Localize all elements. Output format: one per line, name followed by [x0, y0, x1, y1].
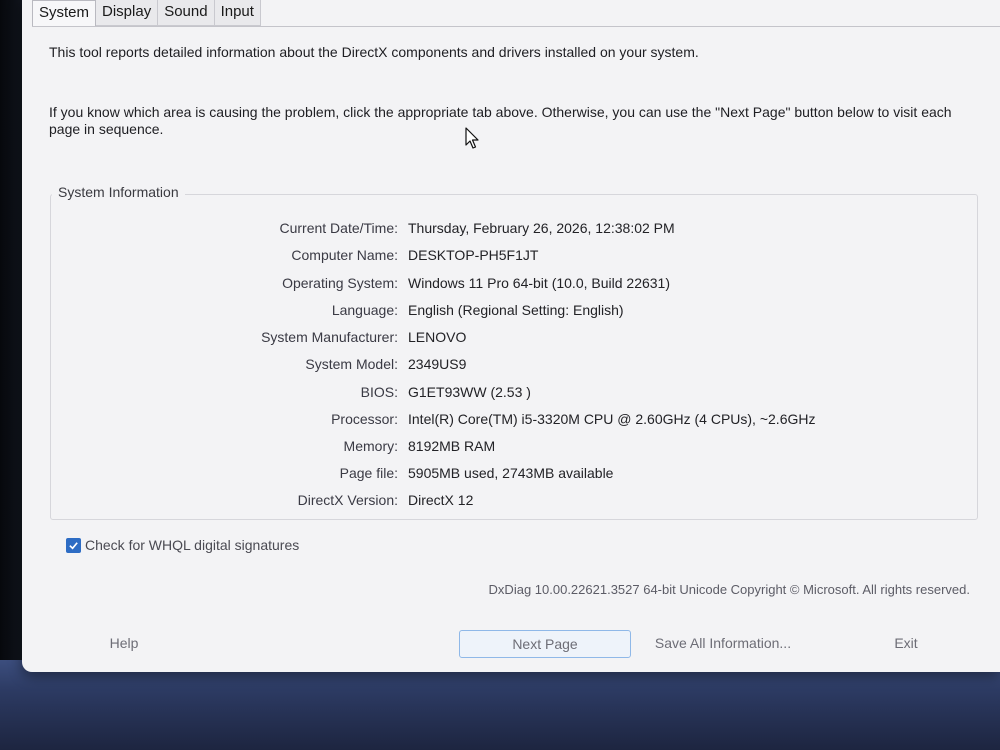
tab-sound[interactable]: Sound — [158, 0, 215, 26]
tab-system[interactable]: System — [32, 0, 97, 26]
info-value: LENOVO — [408, 329, 467, 345]
tab-input[interactable]: Input — [214, 0, 261, 26]
info-value: English (Regional Setting: English) — [408, 302, 624, 318]
info-label: Memory: — [343, 438, 398, 454]
info-value: Intel(R) Core(TM) i5-3320M CPU @ 2.60GHz… — [408, 411, 816, 427]
info-label: System Model: — [305, 356, 398, 372]
save-all-information-button[interactable]: Save All Information... — [648, 630, 798, 656]
info-label: Language: — [331, 302, 398, 318]
info-label: Page file: — [339, 465, 398, 481]
mouse-pointer-icon — [465, 127, 479, 149]
info-row-system-model: System Model: 2349US9 — [22, 353, 982, 375]
info-label: System Manufacturer: — [261, 329, 398, 345]
info-row-system-manufacturer: System Manufacturer: LENOVO — [22, 326, 982, 348]
info-value: 2349US9 — [408, 356, 467, 372]
dxdiag-window: System Display Sound Input This tool rep… — [22, 0, 1000, 672]
info-row-operating-system: Operating System: Windows 11 Pro 64-bit … — [22, 272, 982, 294]
next-page-button[interactable]: Next Page — [459, 630, 631, 658]
info-row-memory: Memory: 8192MB RAM — [22, 435, 982, 457]
info-value: Thursday, February 26, 2026, 12:38:02 PM — [408, 220, 675, 236]
info-label: DirectX Version: — [297, 492, 398, 508]
info-label: Current Date/Time: — [279, 220, 398, 236]
tab-display[interactable]: Display — [96, 0, 159, 26]
exit-button[interactable]: Exit — [876, 630, 936, 656]
info-value: 8192MB RAM — [408, 438, 496, 454]
checkmark-icon[interactable] — [66, 537, 81, 553]
info-row-directx-version: DirectX Version: DirectX 12 — [22, 489, 982, 511]
info-row-processor: Processor: Intel(R) Core(TM) i5-3320M CP… — [22, 408, 982, 430]
info-row-language: Language: English (Regional Setting: Eng… — [22, 299, 982, 321]
copyright-text: DxDiag 10.00.22621.3527 64-bit Unicode C… — [488, 582, 970, 597]
help-button[interactable]: Help — [94, 630, 154, 656]
tab-strip: System Display Sound Input — [32, 0, 261, 26]
info-value: G1ET93WW (2.53 ) — [408, 384, 531, 400]
group-title: System Information — [52, 184, 185, 200]
instructions-text: If you know which area is causing the pr… — [49, 104, 952, 137]
intro-text: This tool reports detailed information a… — [49, 44, 699, 60]
info-label: Operating System: — [282, 275, 398, 291]
info-row-bios: BIOS: G1ET93WW (2.53 ) — [22, 381, 982, 403]
whql-checkbox[interactable]: Check for WHQL digital signatures — [66, 537, 299, 553]
whql-label: Check for WHQL digital signatures — [85, 537, 300, 553]
info-label: Computer Name: — [291, 247, 398, 263]
info-row-page-file: Page file: 5905MB used, 2743MB available — [22, 462, 982, 484]
info-row-date-time: Current Date/Time: Thursday, February 26… — [22, 217, 982, 239]
desktop-wallpaper-trees — [0, 690, 1000, 750]
info-label: Processor: — [331, 411, 398, 427]
info-row-computer-name: Computer Name: DESKTOP-PH5F1JT — [22, 244, 982, 266]
info-value: 5905MB used, 2743MB available — [408, 465, 614, 481]
info-value: Windows 11 Pro 64-bit (10.0, Build 22631… — [408, 275, 670, 291]
info-value: DirectX 12 — [408, 492, 474, 508]
info-value: DESKTOP-PH5F1JT — [408, 247, 539, 263]
tab-divider — [32, 26, 1000, 27]
info-label: BIOS: — [360, 384, 398, 400]
